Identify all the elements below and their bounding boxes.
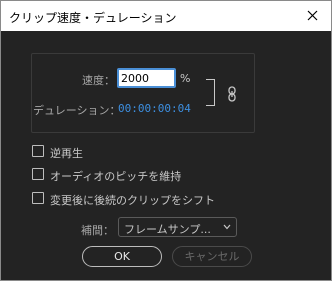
maintain-audio-pitch-label: オーディオのピッチを維持 <box>50 170 182 183</box>
close-button[interactable] <box>299 4 327 28</box>
reverse-speed-label: 逆再生 <box>50 147 83 160</box>
ripple-edit-label: 変更後に後続のクリップをシフト <box>50 194 215 207</box>
duration-timecode[interactable]: 00:00:00:04 <box>118 102 191 115</box>
ripple-edit-checkbox[interactable] <box>32 192 44 204</box>
chevron-down-icon <box>223 224 231 230</box>
dialog-title: クリップ速度・デュレーション <box>9 11 177 25</box>
speed-unit: % <box>180 72 191 85</box>
chain-link-button[interactable] <box>228 86 236 105</box>
close-icon <box>307 10 318 21</box>
interpolation-label: 補間： <box>81 224 114 237</box>
title-bar: クリップ速度・デュレーション <box>1 1 331 31</box>
chain-link-icon <box>228 86 236 102</box>
link-bracket <box>206 79 215 106</box>
clip-speed-duration-dialog: クリップ速度・デュレーション 速度： % デュレーション： 00:00:00:0… <box>0 0 332 281</box>
duration-label: デュレーション： <box>33 104 121 117</box>
maintain-audio-pitch-checkbox[interactable] <box>32 168 44 180</box>
interpolation-selected-value: フレームサンプ... <box>124 223 211 236</box>
reverse-speed-checkbox[interactable] <box>32 145 44 157</box>
speed-label: 速度： <box>82 74 115 87</box>
cancel-button[interactable]: キャンセル <box>172 246 252 267</box>
ok-button[interactable]: OK <box>82 246 162 267</box>
speed-duration-panel <box>31 53 255 133</box>
speed-input[interactable] <box>117 68 176 88</box>
interpolation-select[interactable]: フレームサンプ... <box>118 217 237 237</box>
